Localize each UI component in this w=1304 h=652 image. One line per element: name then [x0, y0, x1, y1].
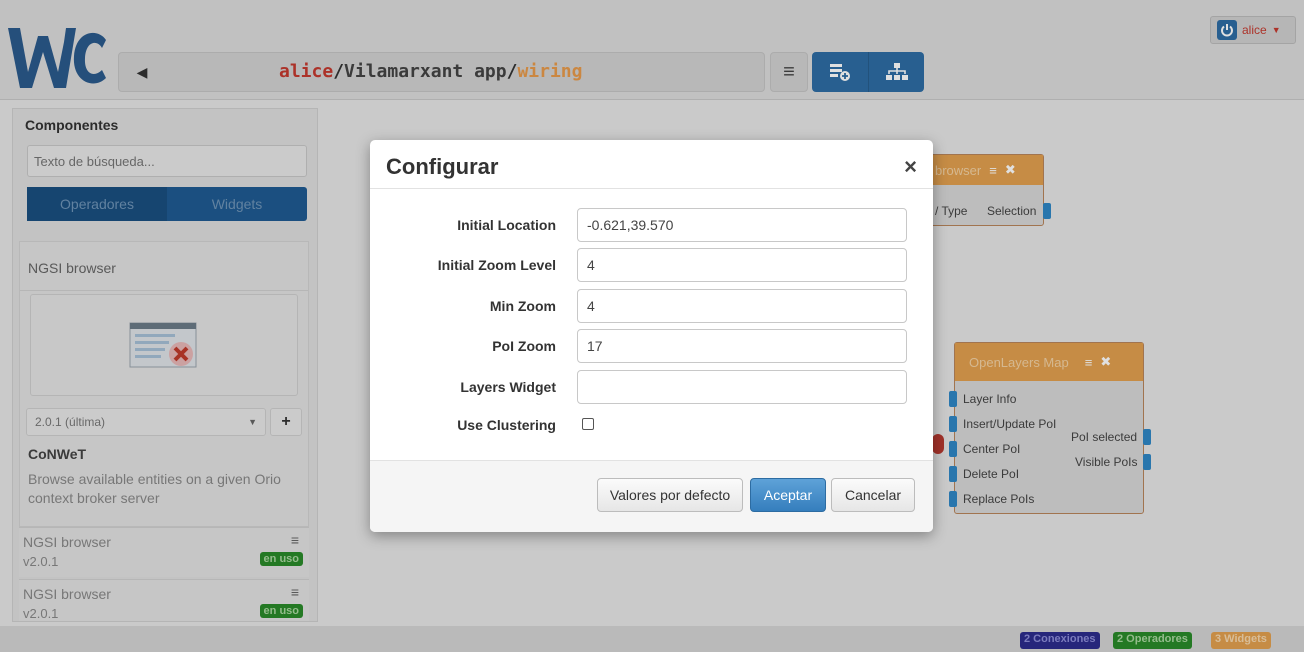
configure-dialog: Configurar × Initial Location Initial Zo…	[370, 140, 933, 532]
initial-zoom-input[interactable]	[577, 248, 907, 282]
defaults-button[interactable]: Valores por defecto	[597, 478, 743, 512]
min-zoom-label: Min Zoom	[489, 298, 556, 314]
divider	[370, 188, 933, 189]
accept-button[interactable]: Aceptar	[750, 478, 826, 512]
poi-zoom-label: PoI Zoom	[492, 338, 556, 354]
use-clustering-label: Use Clustering	[457, 417, 556, 433]
layers-widget-input[interactable]	[577, 370, 907, 404]
cancel-button[interactable]: Cancelar	[831, 478, 915, 512]
dialog-title: Configurar	[386, 154, 499, 179]
use-clustering-checkbox[interactable]	[582, 418, 594, 430]
min-zoom-input[interactable]	[577, 289, 907, 323]
layers-widget-label: Layers Widget	[460, 379, 556, 395]
initial-location-label: Initial Location	[457, 217, 556, 233]
close-icon[interactable]: ×	[904, 154, 917, 180]
initial-location-input[interactable]	[577, 208, 907, 242]
poi-zoom-input[interactable]	[577, 329, 907, 363]
initial-zoom-label: Initial Zoom Level	[437, 257, 556, 273]
